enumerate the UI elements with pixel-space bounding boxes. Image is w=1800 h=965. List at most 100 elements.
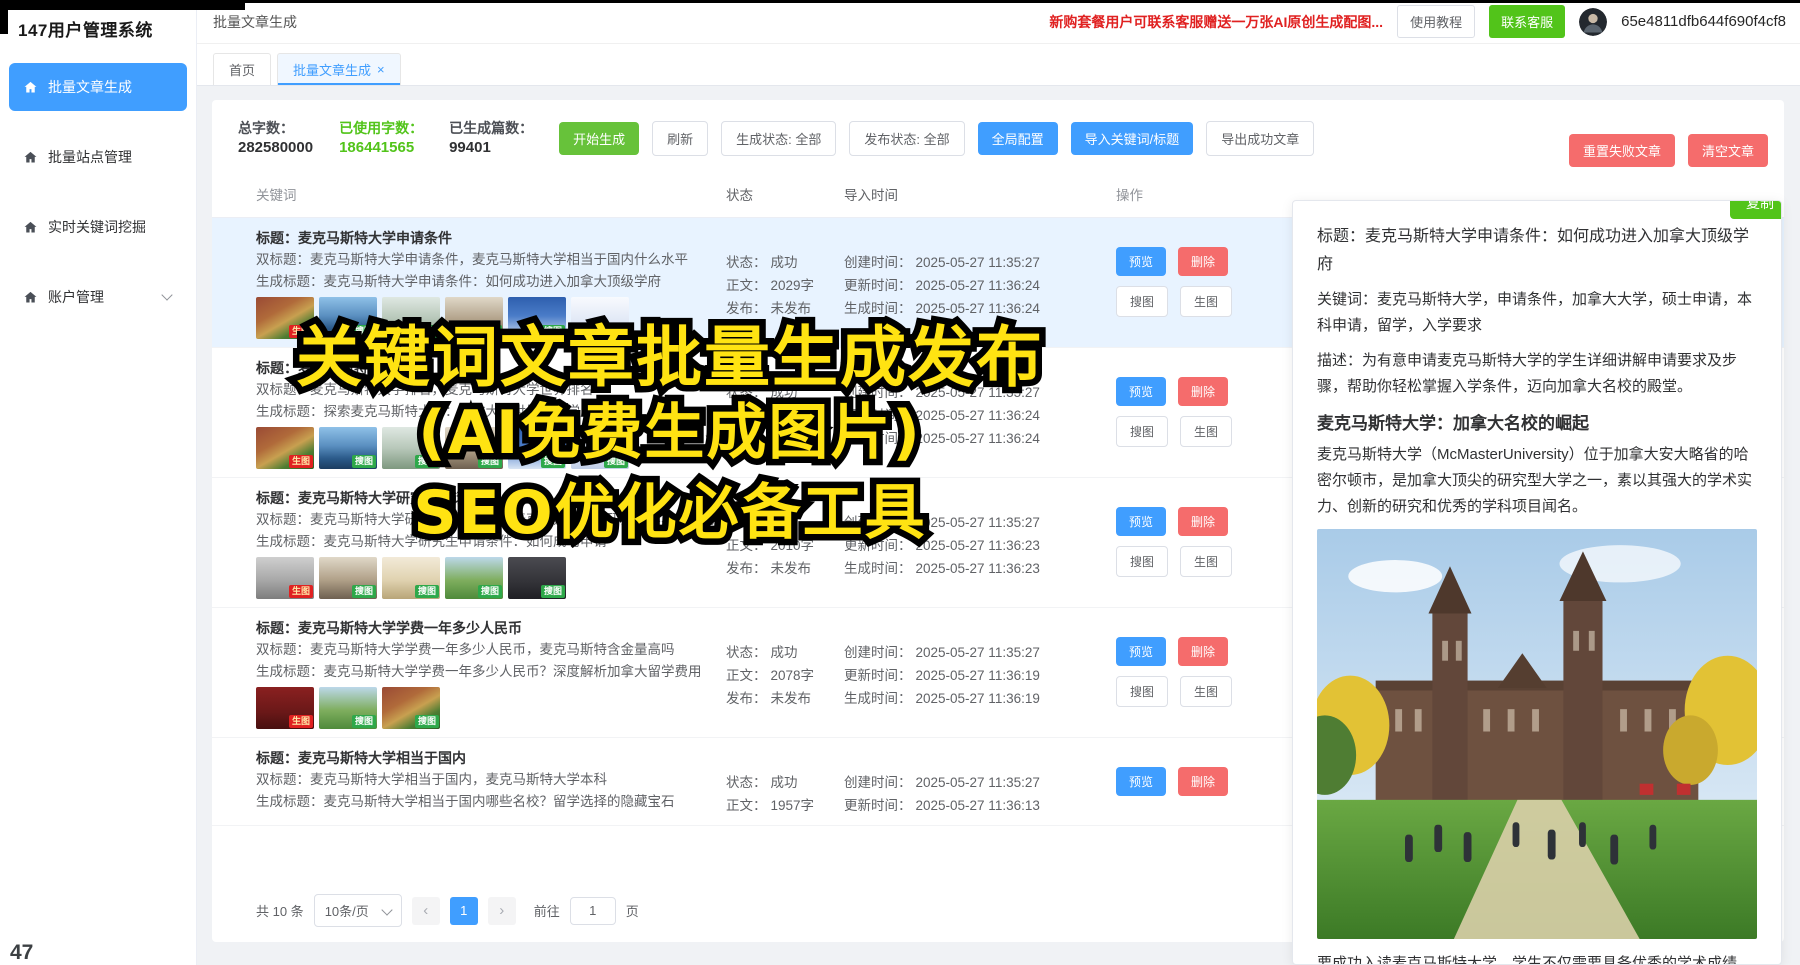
publish-label: 发布： [726, 691, 767, 706]
export-success-button[interactable]: 导出成功文章 [1206, 121, 1314, 156]
article-thumbnail[interactable]: 搜图 [571, 427, 629, 469]
article-title: 标题：麦克马斯特大学相当于国内 [256, 747, 726, 769]
article-thumbnail[interactable]: 搜图 [508, 427, 566, 469]
status-value: 成功 [771, 645, 798, 660]
status-value: 成功 [771, 775, 798, 790]
article-thumbnail[interactable]: 搜图 [571, 297, 629, 339]
goto-page-input[interactable] [570, 897, 616, 925]
article-thumbnail[interactable]: 搜图 [508, 297, 566, 339]
sidebar-item-realtime-keyword-mining[interactable]: 实时关键词挖掘 [9, 203, 187, 251]
words-label: 正文： [726, 538, 767, 553]
generated-value: 2025-05-27 11:36:24 [916, 431, 1040, 446]
promo-notice[interactable]: 新购套餐用户可联系客服赠送一万张AI原创生成配图... [1049, 12, 1383, 32]
generate-image-button[interactable]: 生图 [1180, 676, 1232, 707]
search-image-button[interactable]: 搜图 [1116, 416, 1168, 447]
article-thumbnail[interactable]: 搜图 [445, 427, 503, 469]
words-label: 正文： [726, 798, 767, 813]
sidebar-item-batch-site-management[interactable]: 批量站点管理 [9, 133, 187, 181]
article-thumbnail[interactable]: 生图 [256, 687, 314, 729]
article-thumbnail[interactable]: 搜图 [382, 297, 440, 339]
user-avatar[interactable] [1579, 8, 1607, 36]
article-thumbnail[interactable]: 搜图 [382, 687, 440, 729]
updated-label: 更新时间： [844, 798, 912, 813]
article-thumbnail[interactable]: 搜图 [319, 427, 377, 469]
contact-support-button[interactable]: 联系客服 [1489, 5, 1565, 38]
video-artifact-top-block [0, 0, 245, 10]
preview-button[interactable]: 预览 [1116, 507, 1166, 536]
article-thumbnail[interactable]: 搜图 [445, 557, 503, 599]
article-thumbnail[interactable]: 搜图 [319, 687, 377, 729]
preview-paragraph: 麦克马斯特大学（McMasterUniversity）位于加拿大安大略省的哈密尔… [1317, 442, 1757, 520]
article-thumbnail[interactable]: 生图 [256, 297, 314, 339]
updated-label: 更新时间： [844, 278, 912, 293]
generation-status-filter[interactable]: 生成状态: 全部 [721, 121, 836, 156]
publish-value: 未发布 [771, 691, 812, 706]
preview-description: 描述：为有意申请麦克马斯特大学的学生详细讲解申请要求及步骤，帮助你轻松掌握入学条… [1317, 348, 1757, 400]
reset-failed-button[interactable]: 重置失败文章 [1569, 134, 1675, 167]
generated-value: 2025-05-27 11:36:19 [916, 691, 1040, 706]
article-thumbnail[interactable]: 搜图 [508, 557, 566, 599]
sidebar-item-label: 账户管理 [48, 287, 104, 307]
publish-value: 未发布 [771, 301, 812, 316]
sidebar-item-label: 实时关键词挖掘 [48, 217, 146, 237]
article-title: 标题：麦克马斯特大学申请条件 [256, 227, 726, 249]
publish-label: 发布： [726, 561, 767, 576]
import-keywords-button[interactable]: 导入关键词/标题 [1071, 122, 1194, 155]
article-thumbnail[interactable]: 搜图 [382, 427, 440, 469]
start-generate-button[interactable]: 开始生成 [559, 122, 639, 155]
words-value: 2078字 [771, 668, 815, 683]
delete-button[interactable]: 删除 [1178, 377, 1228, 406]
generate-image-button[interactable]: 生图 [1180, 546, 1232, 577]
column-header-import-time: 导入时间 [844, 184, 1116, 207]
article-title: 标题：麦克马斯特大学研究生申请条件 [256, 487, 726, 509]
delete-button[interactable]: 删除 [1178, 247, 1228, 276]
tutorial-button[interactable]: 使用教程 [1397, 5, 1475, 38]
delete-button[interactable]: 删除 [1178, 507, 1228, 536]
delete-button[interactable]: 删除 [1178, 637, 1228, 666]
clear-articles-button[interactable]: 清空文章 [1688, 134, 1768, 167]
tab-batch-article-generation[interactable]: 批量文章生成 × [277, 53, 401, 85]
next-page-button[interactable]: › [488, 897, 516, 925]
page-number-button[interactable]: 1 [450, 897, 478, 925]
status-value: 成功 [771, 385, 798, 400]
article-thumbnail[interactable]: 搜图 [382, 557, 440, 599]
search-image-button[interactable]: 搜图 [1116, 286, 1168, 317]
delete-button[interactable]: 删除 [1178, 767, 1228, 796]
article-thumbnail[interactable]: 搜图 [319, 297, 377, 339]
generate-image-button[interactable]: 生图 [1180, 416, 1232, 447]
refresh-button[interactable]: 刷新 [652, 121, 708, 156]
words-label: 正文： [726, 408, 767, 423]
sidebar-item-batch-article-generation[interactable]: 批量文章生成 [9, 63, 187, 111]
preview-button[interactable]: 预览 [1116, 377, 1166, 406]
thumbnail-badge-generate: 生图 [289, 585, 313, 598]
status-value: 成功 [771, 515, 798, 530]
article-dual-title: 双标题：麦克马斯特大学申请条件，麦克马斯特大学相当于国内什么水平 [256, 249, 726, 271]
words-label: 正文： [726, 278, 767, 293]
thumbnail-badge-search: 搜图 [478, 325, 502, 338]
preview-button[interactable]: 预览 [1116, 767, 1166, 796]
preview-button[interactable]: 预览 [1116, 247, 1166, 276]
publish-status-filter[interactable]: 发布状态: 全部 [849, 121, 964, 156]
article-dual-title: 双标题：麦克马斯特大学研究生申请条件，麦克马斯特大学研究生容易申请吗 [256, 509, 726, 531]
article-thumbnail[interactable]: 搜图 [445, 297, 503, 339]
article-title: 标题：麦克马斯特大学排名 [256, 357, 726, 379]
close-icon[interactable]: × [377, 63, 385, 76]
goto-unit: 页 [626, 901, 639, 920]
article-thumbnail[interactable]: 生图 [256, 557, 314, 599]
tab-home[interactable]: 首页 [213, 53, 271, 85]
prev-page-button[interactable]: ‹ [412, 897, 440, 925]
copy-button[interactable]: 复制 [1730, 200, 1782, 219]
article-title: 标题：麦克马斯特大学学费一年多少人民币 [256, 617, 726, 639]
article-thumbnail[interactable]: 生图 [256, 427, 314, 469]
status-label: 状态： [726, 775, 767, 790]
generate-image-button[interactable]: 生图 [1180, 286, 1232, 317]
article-thumbnail[interactable]: 搜图 [319, 557, 377, 599]
sidebar-item-account-management[interactable]: 账户管理 [9, 273, 187, 321]
preview-button[interactable]: 预览 [1116, 637, 1166, 666]
created-label: 创建时间： [844, 255, 912, 270]
preview-title: 标题：麦克马斯特大学申请条件：如何成功进入加拿大顶级学府 [1317, 223, 1757, 279]
search-image-button[interactable]: 搜图 [1116, 676, 1168, 707]
page-size-select[interactable]: 10条/页 [314, 894, 402, 927]
search-image-button[interactable]: 搜图 [1116, 546, 1168, 577]
global-config-button[interactable]: 全局配置 [978, 122, 1058, 155]
